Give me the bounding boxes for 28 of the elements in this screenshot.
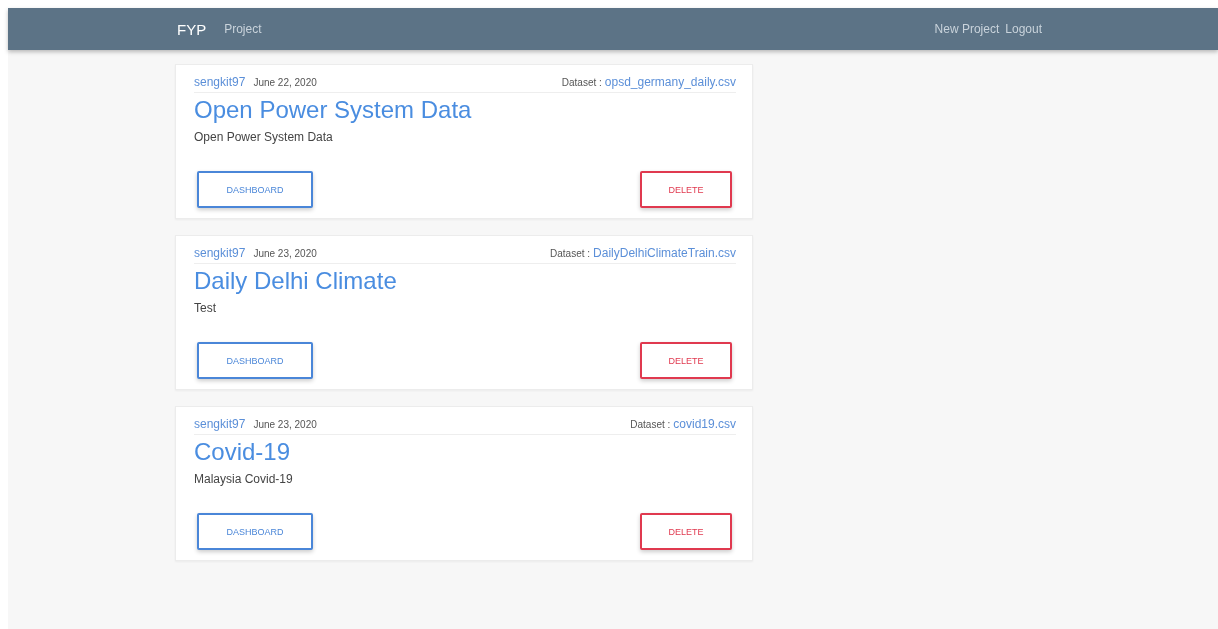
project-description: Open Power System Data: [194, 130, 334, 144]
dataset-link[interactable]: covid19.csv: [673, 417, 736, 431]
dashboard-button[interactable]: DASHBOARD: [197, 513, 313, 550]
project-description: Test: [194, 301, 217, 315]
dashboard-button[interactable]: DASHBOARD: [197, 171, 313, 208]
project-description: Malaysia Covid-19: [194, 472, 294, 486]
project-date: June 23, 2020: [253, 419, 317, 430]
project-date: June 22, 2020: [253, 77, 317, 88]
delete-button[interactable]: DELETE: [640, 342, 732, 379]
dataset-label: Dataset :: [630, 419, 671, 430]
author-link[interactable]: sengkit97: [194, 246, 246, 260]
delete-button[interactable]: DELETE: [640, 513, 732, 550]
brand-link[interactable]: FYP: [177, 20, 207, 38]
nav-link[interactable]: Project: [224, 22, 262, 36]
dashboard-button[interactable]: DASHBOARD: [197, 342, 313, 379]
author-link[interactable]: sengkit97: [194, 417, 246, 431]
nav-link[interactable]: Logout: [1005, 22, 1042, 36]
dataset-label: Dataset :: [561, 77, 602, 88]
nav-link[interactable]: New Project: [934, 22, 1000, 36]
author-link[interactable]: sengkit97: [194, 75, 246, 89]
project-date: June 23, 2020: [253, 248, 317, 259]
project-title: Covid-19: [194, 438, 292, 466]
project-title: Open Power System Data: [194, 96, 473, 124]
dataset-label: Dataset :: [550, 248, 591, 259]
dataset-link[interactable]: opsd_germany_daily.csv: [604, 75, 736, 89]
dataset-link[interactable]: DailyDelhiClimateTrain.csv: [593, 246, 736, 260]
delete-button[interactable]: DELETE: [640, 171, 732, 208]
project-title: Daily Delhi Climate: [194, 267, 398, 295]
